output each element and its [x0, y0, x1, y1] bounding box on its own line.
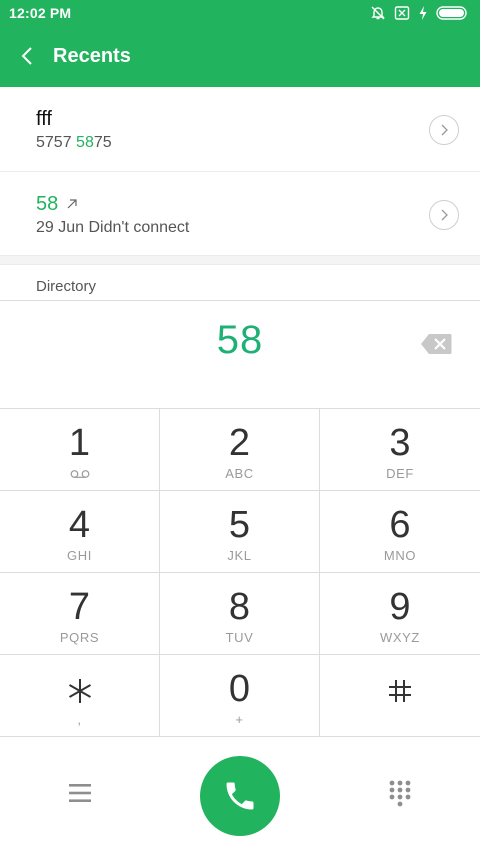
status-bar: 12:02 PM — [0, 0, 480, 26]
key-digit: 3 — [389, 422, 411, 464]
number-prefix: 5757 — [36, 134, 77, 151]
contact-detail-button[interactable] — [429, 115, 459, 145]
bottom-action-bar — [0, 739, 480, 853]
key-digit: 5 — [228, 504, 251, 546]
key-digit: 1 — [68, 422, 91, 464]
key-3[interactable]: 3 DEF — [320, 409, 480, 491]
key-digit: 0 — [228, 668, 251, 710]
number-suffix: 75 — [93, 134, 112, 151]
recent-detail: 29 Jun Didn't connect — [36, 219, 190, 236]
key-digit: 8 — [228, 586, 251, 628]
section-header-directory: Directory — [36, 278, 97, 295]
key-6[interactable]: 6 MNO — [320, 491, 480, 573]
back-button[interactable] — [12, 41, 42, 71]
menu-button[interactable] — [66, 779, 94, 807]
key-hash[interactable] — [320, 655, 480, 737]
chevron-right-icon — [441, 209, 448, 221]
key-star[interactable]: , — [0, 655, 160, 737]
key-letters: GHI — [67, 548, 92, 563]
key-letters: DEF — [386, 466, 414, 481]
key-9[interactable]: 9 WXYZ — [320, 573, 480, 655]
status-time: 12:02 PM — [9, 5, 72, 21]
hash-icon — [389, 680, 411, 702]
sim-x-icon — [394, 6, 410, 20]
key-digit: 9 — [389, 586, 411, 628]
outgoing-call-arrow-icon — [67, 199, 77, 209]
key-5[interactable]: 5 JKL — [160, 491, 320, 573]
back-arrow-icon — [21, 47, 32, 65]
app-bar: Recents — [0, 26, 480, 87]
key-2[interactable]: 2 ABC — [160, 409, 320, 491]
call-button[interactable] — [200, 756, 280, 836]
recent-name: 58 — [36, 193, 59, 215]
key-letters: MNO — [383, 548, 417, 563]
number-match: 58 — [76, 134, 94, 151]
phone-icon — [226, 782, 254, 810]
dialpad-icon — [389, 780, 411, 807]
divider — [0, 300, 480, 301]
key-1[interactable]: 1 — [0, 409, 160, 491]
section-gap — [0, 255, 480, 265]
recent-name: fff — [36, 108, 52, 130]
backspace-icon — [421, 334, 452, 354]
voicemail-icon — [70, 470, 90, 478]
status-icons — [370, 4, 470, 22]
recent-item-2[interactable]: 58 29 Jun Didn't connect — [0, 171, 480, 255]
dialed-number-display: 58 — [216, 318, 264, 362]
key-letters: WXYZ — [380, 630, 420, 645]
key-letters: , — [77, 712, 82, 727]
backspace-button[interactable] — [420, 333, 452, 355]
key-letters: + — [235, 712, 244, 727]
key-letters: ABC — [225, 466, 254, 481]
menu-icon — [69, 784, 91, 802]
key-digit: 2 — [228, 422, 251, 464]
bell-off-icon — [371, 6, 385, 20]
key-7[interactable]: 7 PQRS — [0, 573, 160, 655]
keypad: 1 2 ABC 3 DEF 4 GHI 5 JKL 6 MNO 7 PQRS 8… — [0, 408, 480, 738]
page-title: Recents — [53, 45, 131, 67]
key-letters: JKL — [227, 548, 252, 563]
key-digit: 6 — [389, 504, 411, 546]
chevron-right-icon — [441, 124, 448, 136]
charging-bolt-icon — [419, 6, 427, 20]
asterisk-icon — [69, 679, 91, 703]
contact-detail-button[interactable] — [429, 200, 459, 230]
recent-item-1[interactable]: fff 5757 5875 — [0, 87, 480, 171]
key-letters: PQRS — [59, 630, 100, 645]
key-digit: 4 — [68, 504, 91, 546]
key-letters: TUV — [225, 630, 254, 645]
battery-icon — [436, 6, 467, 20]
dialpad-toggle-button[interactable] — [386, 779, 414, 809]
recent-number: 5757 5875 — [36, 134, 112, 152]
key-8[interactable]: 8 TUV — [160, 573, 320, 655]
key-digit: 7 — [68, 586, 91, 628]
key-0[interactable]: 0 + — [160, 655, 320, 737]
key-4[interactable]: 4 GHI — [0, 491, 160, 573]
